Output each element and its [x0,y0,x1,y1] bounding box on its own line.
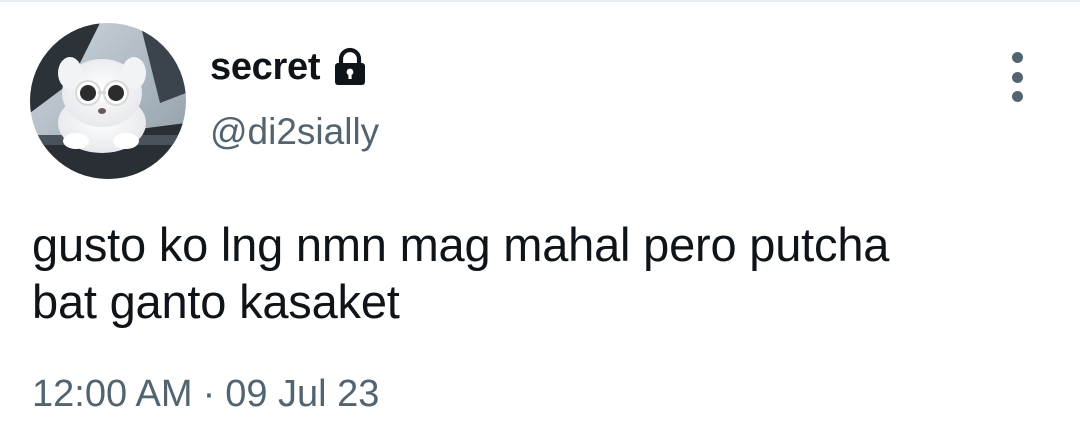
display-name[interactable]: secret [210,48,320,86]
more-dot [1011,91,1023,102]
tweet-text: gusto ko lng nmn mag mahal pero putcha b… [32,216,1052,330]
more-dot [1011,71,1023,83]
tweet-time[interactable]: 12:00 AM [32,373,193,415]
user-handle[interactable]: @di2sially [210,110,379,154]
tweet-card: secret @di2sially gusto ko lng nmn mag m… [0,0,1080,444]
tweet-text-line: bat ganto kasaket [32,275,400,328]
lock-icon [330,47,370,87]
more-vertical-icon[interactable] [1001,52,1033,102]
tweet-meta: 12:00 AM · 09 Jul 23 [32,372,379,418]
meta-separator: · [202,373,216,415]
display-name-row: secret [210,42,370,92]
more-dot [1011,52,1023,63]
tweet-text-line: gusto ko lng nmn mag mahal pero putcha [32,218,890,271]
tweet-date[interactable]: 09 Jul 23 [225,373,379,415]
avatar-image [30,23,186,179]
avatar[interactable] [30,23,186,179]
